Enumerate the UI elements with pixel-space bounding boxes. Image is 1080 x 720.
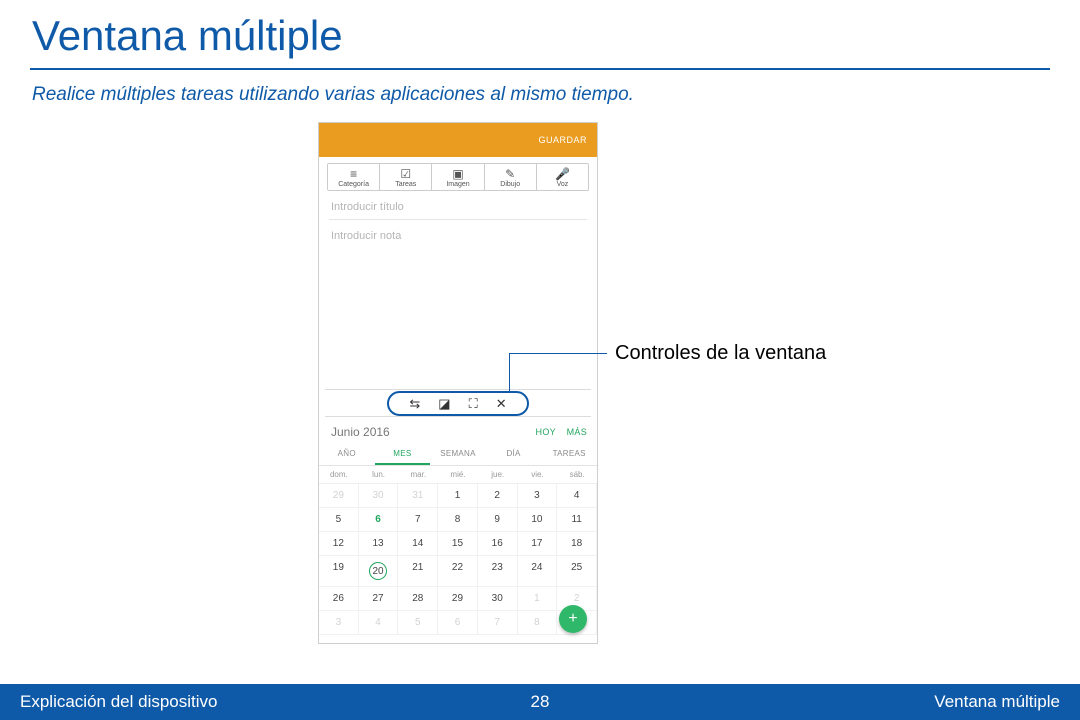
callout-label: Controles de la ventana (615, 342, 826, 365)
calendar-day[interactable]: 10 (518, 508, 558, 532)
tool-label: Voz (537, 181, 588, 188)
calendar-day[interactable]: 20 (359, 556, 399, 587)
save-button[interactable]: GUARDAR (538, 135, 587, 145)
calendar-day[interactable]: 7 (478, 611, 518, 635)
calendar-day[interactable]: 5 (319, 508, 359, 532)
calendar-grid: 2930311234567891011121314151617181920212… (319, 484, 597, 635)
footer-page-number: 28 (531, 692, 550, 712)
calendar-day[interactable]: 24 (518, 556, 558, 587)
notes-toolbar: ≡Categoría☑Tareas▣Imagen✎Dibujo🎤Voz (319, 157, 597, 191)
calendar-dow: lun. (359, 466, 399, 483)
calendar-day[interactable]: 3 (518, 484, 558, 508)
calendar-tab-día[interactable]: DÍA (486, 443, 542, 465)
notes-tool-dibujo[interactable]: ✎Dibujo (485, 164, 537, 190)
calendar-day[interactable]: 19 (319, 556, 359, 587)
tool-icon: ✎ (485, 167, 536, 181)
calendar-day[interactable]: 31 (398, 484, 438, 508)
window-control-icon[interactable]: ⇆ (409, 397, 420, 410)
window-control-icon[interactable]: ◪ (438, 397, 450, 410)
calendar-day[interactable]: 17 (518, 532, 558, 556)
calendar-day[interactable]: 7 (398, 508, 438, 532)
calendar-day[interactable]: 12 (319, 532, 359, 556)
footer-topic: Ventana múltiple (934, 692, 1060, 712)
calendar-day[interactable]: 2 (478, 484, 518, 508)
window-control-icon[interactable]: ⛶ (469, 397, 478, 410)
tool-icon: ▣ (432, 167, 483, 181)
calendar-day[interactable]: 22 (438, 556, 478, 587)
callout-connector (509, 353, 607, 354)
title-rule (30, 68, 1050, 70)
notes-tool-imagen[interactable]: ▣Imagen (432, 164, 484, 190)
notes-body-input[interactable]: Introducir nota (319, 220, 597, 242)
callout-connector (509, 353, 510, 393)
calendar-dow: mié. (438, 466, 478, 483)
calendar-tab-mes[interactable]: MES (375, 443, 431, 465)
calendar-day[interactable]: 16 (478, 532, 518, 556)
calendar-day[interactable]: 8 (438, 508, 478, 532)
tool-icon: 🎤 (537, 167, 588, 181)
calendar-dow-row: dom.lun.mar.mié.jue.vie.sáb. (319, 466, 597, 484)
calendar-day[interactable]: 27 (359, 587, 399, 611)
calendar-day[interactable]: 13 (359, 532, 399, 556)
tool-label: Imagen (432, 181, 483, 188)
calendar-app: Junio 2016 HOY MÁS AÑOMESSEMANADÍATAREAS… (319, 417, 597, 643)
calendar-tab-semana[interactable]: SEMANA (430, 443, 486, 465)
calendar-day[interactable]: 15 (438, 532, 478, 556)
page-title: Ventana múltiple (0, 0, 1080, 68)
window-control-icon[interactable]: ✕ (496, 397, 507, 410)
calendar-view-tabs: AÑOMESSEMANADÍATAREAS (319, 443, 597, 466)
tool-icon: ≡ (328, 167, 379, 181)
notes-tool-voz[interactable]: 🎤Voz (537, 164, 588, 190)
calendar-dow: dom. (319, 466, 359, 483)
calendar-dow: sáb. (557, 466, 597, 483)
calendar-day[interactable]: 30 (478, 587, 518, 611)
calendar-more-link[interactable]: MÁS (567, 427, 587, 437)
calendar-day[interactable]: 29 (319, 484, 359, 508)
calendar-day[interactable]: 1 (518, 587, 558, 611)
illustration-stage: GUARDAR ≡Categoría☑Tareas▣Imagen✎Dibujo🎤… (0, 122, 1080, 662)
calendar-day[interactable]: 26 (319, 587, 359, 611)
calendar-day[interactable]: 21 (398, 556, 438, 587)
calendar-tab-año[interactable]: AÑO (319, 443, 375, 465)
calendar-add-button[interactable]: + (559, 605, 587, 633)
calendar-day[interactable]: 30 (359, 484, 399, 508)
device-frame: GUARDAR ≡Categoría☑Tareas▣Imagen✎Dibujo🎤… (318, 122, 598, 644)
page-subtitle: Realice múltiples tareas utilizando vari… (0, 84, 1080, 122)
split-divider[interactable]: ⇆ ◪ ⛶ ✕ (319, 389, 597, 417)
calendar-day[interactable]: 29 (438, 587, 478, 611)
footer-section: Explicación del dispositivo (20, 692, 218, 712)
calendar-day[interactable]: 3 (319, 611, 359, 635)
tool-label: Dibujo (485, 181, 536, 188)
calendar-day[interactable]: 23 (478, 556, 518, 587)
calendar-day[interactable]: 5 (398, 611, 438, 635)
calendar-day[interactable]: 6 (438, 611, 478, 635)
notes-topbar: GUARDAR (319, 123, 597, 157)
notes-tool-tareas[interactable]: ☑Tareas (380, 164, 432, 190)
calendar-day[interactable]: 1 (438, 484, 478, 508)
calendar-dow: vie. (518, 466, 558, 483)
calendar-day[interactable]: 9 (478, 508, 518, 532)
calendar-tab-tareas[interactable]: TAREAS (541, 443, 597, 465)
notes-tool-categoría[interactable]: ≡Categoría (328, 164, 380, 190)
page-footer: Explicación del dispositivo 28 Ventana m… (0, 684, 1080, 720)
tool-label: Tareas (380, 181, 431, 188)
calendar-day[interactable]: 8 (518, 611, 558, 635)
calendar-dow: mar. (398, 466, 438, 483)
calendar-day[interactable]: 6 (359, 508, 399, 532)
calendar-day[interactable]: 18 (557, 532, 597, 556)
tool-icon: ☑ (380, 167, 431, 181)
window-controls[interactable]: ⇆ ◪ ⛶ ✕ (387, 391, 528, 416)
calendar-day[interactable]: 14 (398, 532, 438, 556)
calendar-day[interactable]: 25 (557, 556, 597, 587)
calendar-day[interactable]: 28 (398, 587, 438, 611)
calendar-dow: jue. (478, 466, 518, 483)
calendar-day[interactable]: 4 (359, 611, 399, 635)
calendar-month-label[interactable]: Junio 2016 (331, 425, 390, 439)
calendar-today-link[interactable]: HOY (536, 427, 556, 437)
calendar-day[interactable]: 4 (557, 484, 597, 508)
tool-label: Categoría (328, 181, 379, 188)
notes-title-input[interactable]: Introducir título (319, 191, 597, 213)
calendar-day[interactable]: 11 (557, 508, 597, 532)
